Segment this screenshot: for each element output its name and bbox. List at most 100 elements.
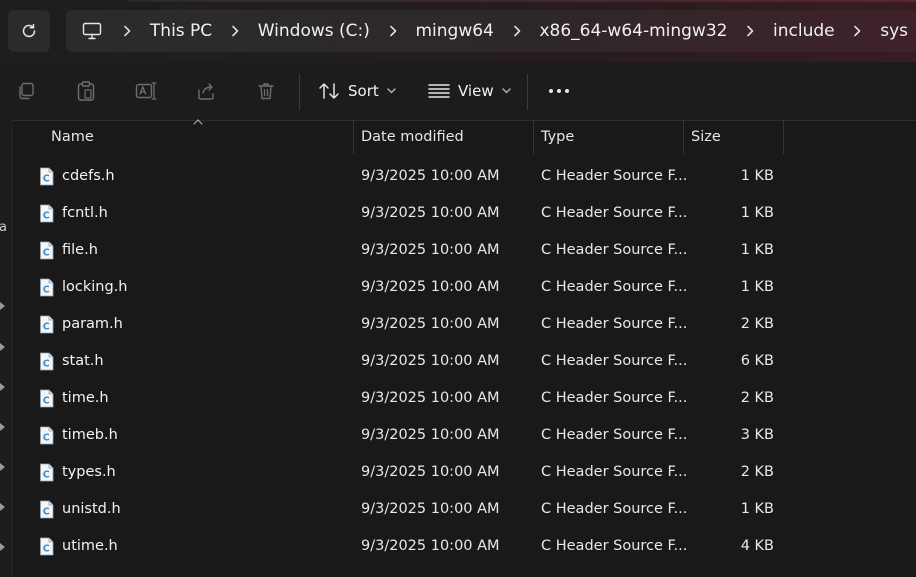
nav-expand-icon[interactable] bbox=[0, 543, 5, 551]
c-header-file-icon: C bbox=[40, 426, 54, 445]
chevron-right-icon[interactable] bbox=[220, 25, 250, 37]
file-size: 2 KB bbox=[740, 464, 774, 480]
share-icon[interactable] bbox=[194, 79, 218, 103]
file-size: 1 KB bbox=[740, 168, 774, 184]
file-row[interactable]: C utime.h 9/3/2025 10:00 AM C Header Sou… bbox=[12, 528, 802, 565]
chevron-down-icon bbox=[501, 88, 511, 94]
file-type: C Header Source F... bbox=[541, 464, 688, 480]
svg-text:C: C bbox=[43, 211, 50, 222]
file-row[interactable]: C param.h 9/3/2025 10:00 AM C Header Sou… bbox=[12, 306, 802, 343]
nav-expand-icon[interactable] bbox=[0, 343, 5, 351]
file-row[interactable]: C file.h 9/3/2025 10:00 AM C Header Sour… bbox=[12, 232, 802, 269]
svg-text:C: C bbox=[43, 359, 50, 370]
breadcrumb-x86-64-w64-mingw32[interactable]: x86_64-w64-mingw32 bbox=[531, 21, 735, 41]
c-header-file-icon: C bbox=[40, 389, 54, 408]
sort-icon bbox=[319, 83, 339, 99]
column-resize-handle[interactable] bbox=[533, 120, 534, 154]
file-name: time.h bbox=[62, 390, 109, 406]
nav-item-partial-label[interactable]: a bbox=[0, 220, 7, 235]
column-header-size[interactable]: Size bbox=[691, 120, 721, 154]
column-resize-handle[interactable] bbox=[683, 120, 684, 154]
file-name: cdefs.h bbox=[62, 168, 115, 184]
svg-text:C: C bbox=[43, 396, 50, 407]
c-header-file-icon: C bbox=[40, 352, 54, 371]
file-type: C Header Source F... bbox=[541, 205, 688, 221]
delete-icon[interactable] bbox=[254, 79, 278, 103]
nav-expand-icon[interactable] bbox=[0, 383, 5, 391]
file-row[interactable]: C timeb.h 9/3/2025 10:00 AM C Header Sou… bbox=[12, 417, 802, 454]
svg-text:C: C bbox=[43, 322, 50, 333]
chevron-right-icon[interactable] bbox=[735, 25, 765, 37]
file-size: 4 KB bbox=[740, 538, 774, 554]
column-header-type[interactable]: Type bbox=[541, 120, 574, 154]
file-row[interactable]: C types.h 9/3/2025 10:00 AM C Header Sou… bbox=[12, 454, 802, 491]
file-date-modified: 9/3/2025 10:00 AM bbox=[361, 168, 500, 184]
file-name: file.h bbox=[62, 242, 98, 258]
breadcrumb-mingw64[interactable]: mingw64 bbox=[407, 21, 501, 41]
file-name: timeb.h bbox=[62, 427, 118, 443]
file-row[interactable]: C stat.h 9/3/2025 10:00 AM C Header Sour… bbox=[12, 343, 802, 380]
file-type: C Header Source F... bbox=[541, 242, 688, 258]
chevron-right-icon[interactable] bbox=[502, 25, 532, 37]
file-size: 1 KB bbox=[740, 279, 774, 295]
c-header-file-icon: C bbox=[40, 537, 54, 556]
column-header-name[interactable]: Name bbox=[51, 120, 94, 154]
breadcrumb-this-pc[interactable]: This PC bbox=[142, 21, 220, 41]
file-size: 1 KB bbox=[740, 242, 774, 258]
file-size: 1 KB bbox=[740, 501, 774, 517]
refresh-button[interactable] bbox=[8, 10, 50, 52]
file-size: 3 KB bbox=[740, 427, 774, 443]
chevron-right-icon[interactable] bbox=[112, 25, 142, 37]
file-date-modified: 9/3/2025 10:00 AM bbox=[361, 353, 500, 369]
file-date-modified: 9/3/2025 10:00 AM bbox=[361, 390, 500, 406]
c-header-file-icon: C bbox=[40, 241, 54, 260]
view-button[interactable]: View bbox=[428, 75, 511, 107]
breadcrumb-include[interactable]: include bbox=[765, 21, 843, 41]
sort-button[interactable]: Sort bbox=[318, 75, 396, 107]
monitor-icon[interactable] bbox=[82, 20, 102, 42]
breadcrumb-windows-c[interactable]: Windows (C:) bbox=[250, 21, 378, 41]
breadcrumb-sys[interactable]: sys bbox=[872, 21, 916, 41]
nav-expand-icon[interactable] bbox=[0, 503, 5, 511]
file-row[interactable]: C unistd.h 9/3/2025 10:00 AM C Header So… bbox=[12, 491, 802, 528]
nav-expand-icon[interactable] bbox=[0, 463, 5, 471]
rename-icon[interactable] bbox=[134, 79, 158, 103]
file-type: C Header Source F... bbox=[541, 427, 688, 443]
chevron-right-icon[interactable] bbox=[843, 25, 873, 37]
breadcrumb[interactable]: This PC Windows (C:) mingw64 x86_64-w64-… bbox=[66, 10, 916, 52]
file-date-modified: 9/3/2025 10:00 AM bbox=[361, 279, 500, 295]
more-icon[interactable] bbox=[547, 79, 571, 103]
chevron-right-icon[interactable] bbox=[378, 25, 408, 37]
c-header-file-icon: C bbox=[40, 500, 54, 519]
file-row[interactable]: C time.h 9/3/2025 10:00 AM C Header Sour… bbox=[12, 380, 802, 417]
file-row[interactable]: C locking.h 9/3/2025 10:00 AM C Header S… bbox=[12, 269, 802, 306]
file-row[interactable]: C fcntl.h 9/3/2025 10:00 AM C Header Sou… bbox=[12, 195, 802, 232]
file-name: param.h bbox=[62, 316, 123, 332]
file-name: utime.h bbox=[62, 538, 118, 554]
svg-text:C: C bbox=[43, 470, 50, 481]
column-header-row: Name Date modified Type Size bbox=[12, 120, 916, 154]
nav-expand-icon[interactable] bbox=[0, 423, 5, 431]
svg-text:C: C bbox=[43, 507, 50, 518]
file-type: C Header Source F... bbox=[541, 538, 688, 554]
file-type: C Header Source F... bbox=[541, 279, 688, 295]
copy-icon[interactable] bbox=[14, 79, 38, 103]
file-size: 6 KB bbox=[740, 353, 774, 369]
file-row[interactable]: C cdefs.h 9/3/2025 10:00 AM C Header Sou… bbox=[12, 158, 802, 195]
c-header-file-icon: C bbox=[40, 204, 54, 223]
column-resize-handle[interactable] bbox=[353, 120, 354, 154]
column-header-date-modified[interactable]: Date modified bbox=[361, 120, 464, 154]
file-name: types.h bbox=[62, 464, 116, 480]
file-name: fcntl.h bbox=[62, 205, 108, 221]
column-resize-handle[interactable] bbox=[783, 120, 784, 154]
paste-icon[interactable] bbox=[74, 79, 98, 103]
svg-text:C: C bbox=[43, 544, 50, 555]
sort-label: Sort bbox=[348, 82, 379, 100]
file-date-modified: 9/3/2025 10:00 AM bbox=[361, 427, 500, 443]
c-header-file-icon: C bbox=[40, 315, 54, 334]
nav-expand-icon[interactable] bbox=[0, 302, 5, 310]
refresh-icon bbox=[22, 23, 36, 38]
file-size: 1 KB bbox=[740, 205, 774, 221]
file-date-modified: 9/3/2025 10:00 AM bbox=[361, 205, 500, 221]
address-bar-region: This PC Windows (C:) mingw64 x86_64-w64-… bbox=[0, 0, 916, 62]
